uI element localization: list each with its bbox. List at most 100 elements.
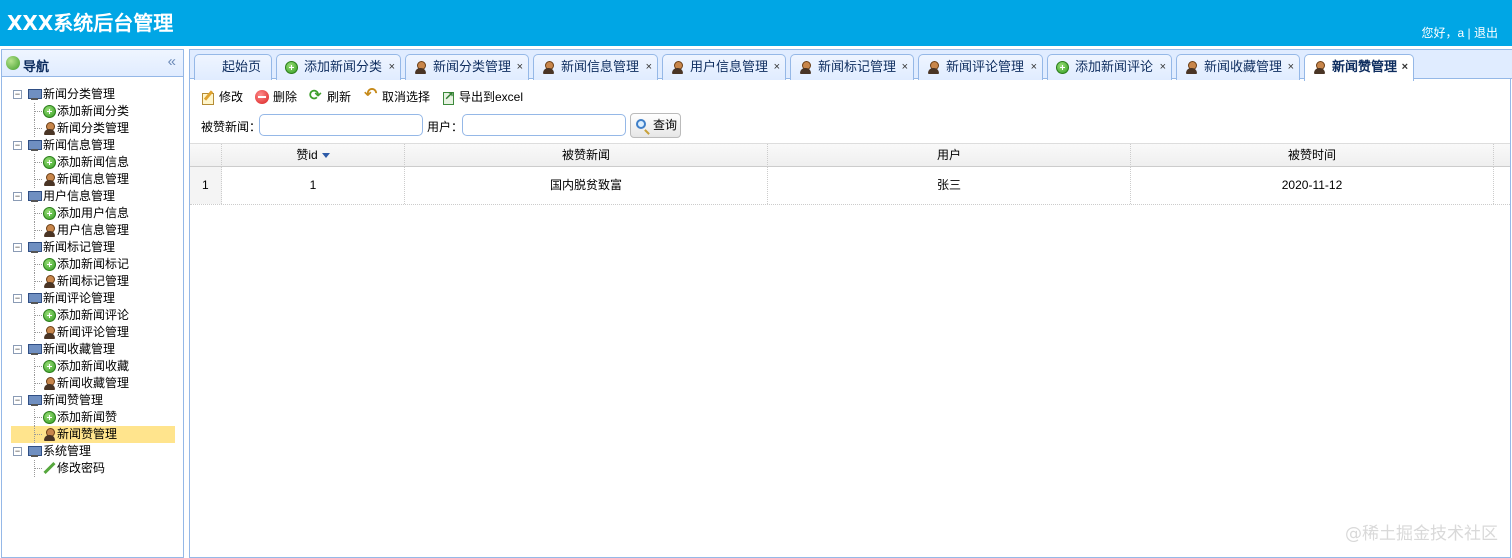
close-icon[interactable]: × — [774, 55, 780, 79]
query-label: 查询 — [653, 118, 678, 132]
undo-icon — [364, 86, 378, 104]
user-icon — [542, 61, 555, 74]
cancel-select-label: 取消选择 — [382, 90, 431, 104]
tab-3[interactable]: 新闻信息管理 × — [533, 54, 658, 80]
cell-time: 2020-11-12 — [1131, 167, 1494, 204]
user-label: 用户： — [427, 120, 464, 134]
nav-item-label: 添加新闻分类 — [57, 104, 130, 118]
nav-item-4-1[interactable]: 新闻评论管理 — [2, 324, 183, 341]
sort-desc-icon — [321, 153, 330, 159]
computer-icon — [28, 190, 42, 203]
nav-group-2[interactable]: − 用户信息管理 — [2, 188, 183, 205]
column-header-id[interactable]: 赞id — [222, 144, 405, 167]
close-icon[interactable]: × — [517, 55, 523, 79]
collapse-toggle-icon[interactable]: − — [13, 345, 22, 354]
tab-9[interactable]: 新闻赞管理 × — [1304, 54, 1414, 81]
tab-7[interactable]: 添加新闻评论 × — [1047, 54, 1172, 80]
collapse-toggle-icon[interactable]: − — [13, 192, 22, 201]
plus-circle-icon — [43, 360, 56, 373]
nav-item-2-0[interactable]: 添加用户信息 — [2, 205, 183, 222]
nav-item-1-0[interactable]: 添加新闻信息 — [2, 154, 183, 171]
export-excel-button[interactable]: 导出到excel — [441, 87, 524, 106]
globe-icon — [6, 56, 20, 70]
user-icon — [799, 61, 812, 74]
collapse-left-icon[interactable]: « — [168, 53, 176, 70]
user-icon — [927, 61, 940, 74]
nav-group-6[interactable]: − 新闻赞管理 — [2, 392, 183, 409]
nav-group-1[interactable]: − 新闻信息管理 — [2, 137, 183, 154]
nav-item-6-0[interactable]: 添加新闻赞 — [2, 409, 183, 426]
export-icon — [441, 87, 455, 105]
tab-label: 新闻收藏管理 — [1204, 59, 1283, 74]
nav-item-2-1[interactable]: 用户信息管理 — [2, 222, 183, 239]
delete-button[interactable]: 删除 — [255, 88, 297, 106]
nav-group-0[interactable]: − 新闻分类管理 — [2, 86, 183, 103]
tab-6[interactable]: 新闻评论管理 × — [918, 54, 1043, 80]
close-icon[interactable]: × — [1288, 55, 1294, 79]
tab-label: 起始页 — [222, 59, 262, 74]
nav-item-6-1[interactable]: 新闻赞管理 — [11, 426, 175, 443]
close-icon[interactable]: × — [646, 55, 652, 79]
plus-circle-icon — [43, 411, 56, 424]
close-icon[interactable]: × — [389, 55, 395, 79]
tab-0[interactable]: 起始页 — [194, 54, 272, 80]
nav-item-5-1[interactable]: 新闻收藏管理 — [2, 375, 183, 392]
cancel-select-button[interactable]: 取消选择 — [364, 86, 431, 106]
user-icon — [1313, 61, 1326, 74]
collapse-toggle-icon[interactable]: − — [13, 141, 22, 150]
grid-body: 1 1 国内脱贫致富 张三 2020-11-12 — [190, 167, 1510, 205]
nav-item-label: 新闻标记管理 — [57, 274, 130, 288]
nav-group-3[interactable]: − 新闻标记管理 — [2, 239, 183, 256]
search-icon — [636, 119, 646, 129]
nav-group-label: 系统管理 — [43, 444, 92, 458]
logout-link[interactable]: 退出 — [1474, 26, 1498, 40]
user-input[interactable] — [462, 114, 626, 136]
data-grid: 赞id 被赞新闻 用户 被赞时间 1 1 国内脱贫致富 张三 2020-11-12 — [190, 143, 1510, 205]
close-icon[interactable]: × — [1031, 55, 1037, 79]
nav-item-3-1[interactable]: 新闻标记管理 — [2, 273, 183, 290]
user-icon — [43, 224, 56, 237]
nav-item-3-0[interactable]: 添加新闻标记 — [2, 256, 183, 273]
export-label: 导出到excel — [459, 90, 524, 104]
close-icon[interactable]: × — [902, 55, 908, 79]
nav-item-4-0[interactable]: 添加新闻评论 — [2, 307, 183, 324]
plus-circle-icon — [1056, 61, 1069, 74]
column-header-time[interactable]: 被赞时间 — [1131, 144, 1494, 167]
grid-header: 赞id 被赞新闻 用户 被赞时间 — [190, 143, 1510, 167]
column-header-news[interactable]: 被赞新闻 — [405, 144, 768, 167]
nav-item-label: 添加新闻信息 — [57, 155, 130, 169]
tab-label: 新闻信息管理 — [561, 59, 640, 74]
collapse-toggle-icon[interactable]: − — [13, 90, 22, 99]
tab-5[interactable]: 新闻标记管理 × — [790, 54, 914, 80]
nav-item-1-1[interactable]: 新闻信息管理 — [2, 171, 183, 188]
liked-news-input[interactable] — [259, 114, 423, 136]
collapse-toggle-icon[interactable]: − — [13, 243, 22, 252]
collapse-toggle-icon[interactable]: − — [13, 447, 22, 456]
tab-8[interactable]: 新闻收藏管理 × — [1176, 54, 1300, 80]
nav-item-label: 新闻信息管理 — [57, 172, 130, 186]
tab-1[interactable]: 添加新闻分类 × — [276, 54, 401, 80]
user-icon — [671, 61, 684, 74]
tab-4[interactable]: 用户信息管理 × — [662, 54, 786, 80]
plus-circle-icon — [43, 156, 56, 169]
nav-group-label: 新闻评论管理 — [43, 291, 116, 305]
query-button[interactable]: 查询 — [630, 113, 681, 138]
nav-item-0-0[interactable]: 添加新闻分类 — [2, 103, 183, 120]
nav-group-5[interactable]: − 新闻收藏管理 — [2, 341, 183, 358]
nav-group-4[interactable]: − 新闻评论管理 — [2, 290, 183, 307]
close-icon[interactable]: × — [1160, 55, 1166, 79]
column-header-user[interactable]: 用户 — [768, 144, 1131, 167]
refresh-button[interactable]: 刷新 — [309, 87, 351, 106]
edit-button[interactable]: 修改 — [201, 88, 243, 106]
nav-group-7[interactable]: − 系统管理 — [2, 443, 183, 460]
collapse-toggle-icon[interactable]: − — [13, 396, 22, 405]
tab-label: 添加新闻评论 — [1075, 59, 1154, 74]
collapse-toggle-icon[interactable]: − — [13, 294, 22, 303]
close-icon[interactable]: × — [1402, 55, 1408, 79]
tab-2[interactable]: 新闻分类管理 × — [405, 54, 529, 80]
nav-item-label: 用户信息管理 — [57, 223, 130, 237]
nav-item-7-0[interactable]: 修改密码 — [2, 460, 183, 477]
table-row[interactable]: 1 1 国内脱贫致富 张三 2020-11-12 — [190, 167, 1510, 205]
nav-item-5-0[interactable]: 添加新闻收藏 — [2, 358, 183, 375]
nav-item-0-1[interactable]: 新闻分类管理 — [2, 120, 183, 137]
